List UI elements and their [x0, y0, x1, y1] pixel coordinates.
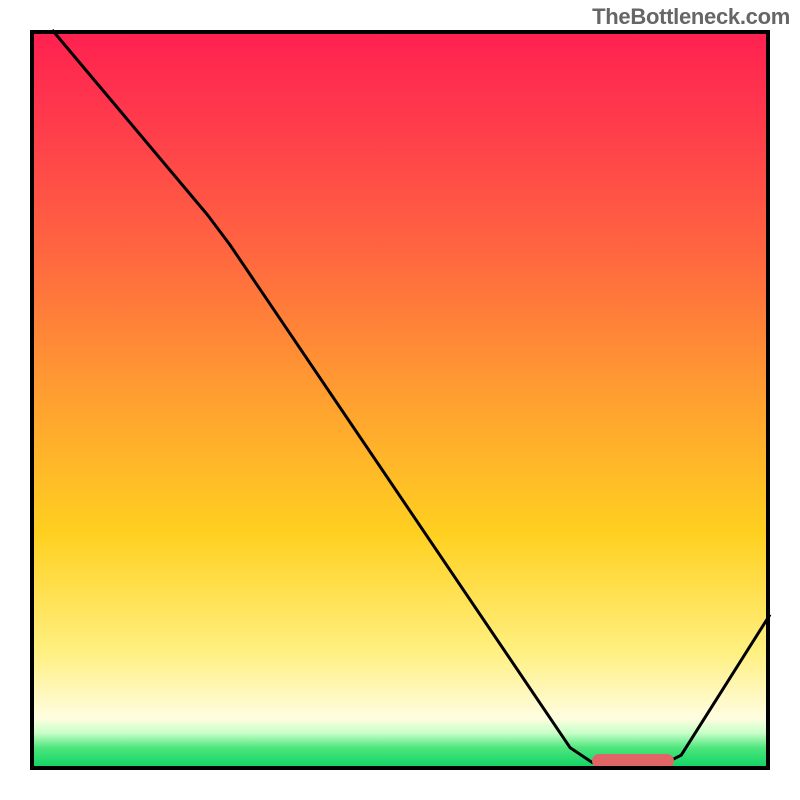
attribution-text: TheBottleneck.com — [592, 4, 790, 30]
optimal-range-bar — [592, 754, 673, 768]
bottleneck-curve — [30, 30, 770, 770]
curve-path — [52, 30, 770, 763]
chart-frame — [30, 30, 770, 770]
chart-root: TheBottleneck.com — [0, 0, 800, 800]
